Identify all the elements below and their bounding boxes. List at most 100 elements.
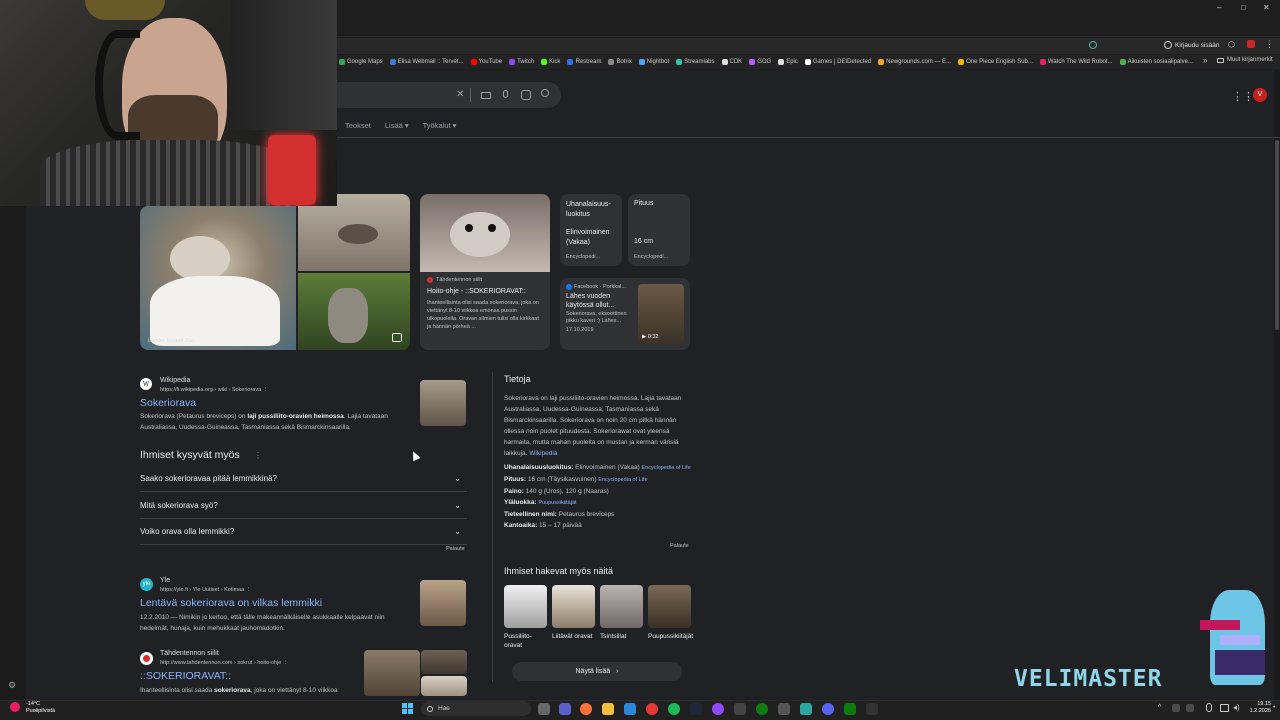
scrollbar-thumb[interactable] bbox=[1275, 140, 1279, 330]
result-3-thumbnail-b[interactable] bbox=[421, 650, 467, 674]
result-1-thumbnail[interactable] bbox=[420, 380, 466, 426]
bookmark-item[interactable]: Twitch bbox=[509, 59, 534, 65]
paa-question[interactable]: Saako sokerioravaa pitää lemmikkinä? ⌄ bbox=[140, 466, 467, 492]
show-more-button[interactable]: Näytä lisää › bbox=[512, 662, 682, 681]
browser-menu-icon[interactable]: ⋮ bbox=[1265, 39, 1274, 50]
tab-books[interactable]: Teokset bbox=[345, 121, 371, 130]
image-glider-in-tree[interactable] bbox=[298, 273, 410, 350]
also-search-image[interactable] bbox=[600, 585, 643, 628]
volume-icon[interactable]: ◂) bbox=[1233, 703, 1240, 712]
also-search-image[interactable] bbox=[648, 585, 691, 628]
source-card[interactable]: Tähdentennon siilit Hoito-ohje - ::SOKER… bbox=[420, 194, 550, 350]
avatar[interactable]: V bbox=[1253, 88, 1267, 102]
notification-extension-icon[interactable] bbox=[1247, 40, 1255, 48]
clock[interactable]: 19.15 1.2.2026 bbox=[1243, 701, 1271, 715]
weather-widget[interactable]: -14°C Puolipilvistä bbox=[26, 701, 55, 715]
bookmark-item[interactable]: Epic bbox=[778, 59, 798, 65]
also-search-label[interactable]: Puupussikiitäjät bbox=[648, 632, 693, 641]
lens-camera-icon[interactable] bbox=[521, 90, 531, 100]
bookmark-item[interactable]: Google Maps bbox=[339, 59, 383, 65]
image-main-sugar-glider[interactable]: Lander Ireland Zoo bbox=[140, 206, 296, 350]
task-view-icon[interactable] bbox=[538, 703, 550, 715]
app-icon[interactable] bbox=[866, 703, 878, 715]
result-3-thumbnail-a[interactable] bbox=[364, 650, 420, 696]
result-3-title-link[interactable]: ::SOKERIORAVAT:: bbox=[140, 670, 231, 682]
search-icon[interactable] bbox=[541, 89, 549, 97]
xbox-icon[interactable] bbox=[756, 703, 768, 715]
close-window-button[interactable]: ✕ bbox=[1263, 3, 1270, 12]
extension-icon[interactable] bbox=[1089, 41, 1097, 49]
also-search-image[interactable] bbox=[504, 585, 547, 628]
app-icon[interactable] bbox=[800, 703, 812, 715]
keyboard-icon[interactable] bbox=[481, 92, 491, 99]
result-2-thumbnail[interactable] bbox=[420, 580, 466, 626]
knowledge-panel-feedback-link[interactable]: Palaute bbox=[670, 543, 689, 549]
windows-start-icon[interactable] bbox=[402, 703, 413, 714]
also-search-label[interactable]: Liitävät oravat bbox=[552, 632, 595, 641]
monitor-icon[interactable] bbox=[1220, 704, 1229, 712]
app-icon[interactable] bbox=[734, 703, 746, 715]
bookmark-item[interactable]: GOG bbox=[749, 59, 771, 65]
tab-more[interactable]: Lisää ▾ bbox=[385, 121, 409, 130]
app-icon[interactable] bbox=[712, 703, 724, 715]
address-bar[interactable] bbox=[337, 38, 1280, 54]
taskbar-search[interactable]: Hae bbox=[421, 701, 531, 716]
tray-app-icon[interactable] bbox=[1172, 704, 1180, 712]
notifications-bell-icon[interactable]: • bbox=[1273, 704, 1275, 711]
paa-more-icon[interactable]: ⋮ bbox=[254, 451, 262, 460]
bookmark-item[interactable]: Games | DEIDetected bbox=[804, 59, 871, 65]
clear-search-icon[interactable]: ✕ bbox=[456, 89, 464, 100]
paa-feedback-link[interactable]: Palaute bbox=[446, 546, 465, 552]
firefox-icon[interactable] bbox=[580, 703, 592, 715]
app-icon[interactable] bbox=[778, 703, 790, 715]
steam-icon[interactable] bbox=[690, 703, 702, 715]
wikipedia-link[interactable]: Wikipedia bbox=[529, 450, 557, 457]
bookmark-item[interactable]: Aikuisten sosiaalipalve... bbox=[1119, 59, 1193, 65]
teams-icon[interactable] bbox=[559, 703, 571, 715]
spotify-icon[interactable] bbox=[668, 703, 680, 715]
extensions-puzzle-icon[interactable]: ⬡ bbox=[1228, 40, 1235, 49]
file-explorer-icon[interactable] bbox=[602, 703, 614, 715]
also-search-image[interactable] bbox=[552, 585, 595, 628]
bookmark-item[interactable]: Newgrounds.com — E... bbox=[878, 59, 951, 65]
maximize-button[interactable]: □ bbox=[1241, 3, 1246, 12]
bookmark-item[interactable]: Nightbot bbox=[638, 59, 669, 65]
also-search-label[interactable]: Pussiliito-oravat bbox=[504, 632, 547, 650]
microphone-tray-icon[interactable] bbox=[1206, 703, 1212, 712]
tray-overflow-icon[interactable]: ^ bbox=[1158, 704, 1161, 711]
result-1-title-link[interactable]: Sokeriorava bbox=[140, 397, 196, 409]
tray-app-icon[interactable] bbox=[1186, 704, 1194, 712]
bookmark-item[interactable]: Watch The Wild Robot... bbox=[1039, 59, 1113, 65]
facebook-video-card[interactable]: Facebook · Porkkal... Lähes vuoden käytö… bbox=[560, 278, 690, 350]
weather-icon[interactable] bbox=[10, 702, 20, 712]
result-1-url[interactable]: https://fi.wikipedia.org › wiki › Sokeri… bbox=[160, 387, 268, 393]
bookmark-item[interactable]: Kick bbox=[541, 59, 560, 65]
discord-icon[interactable] bbox=[822, 703, 834, 715]
bookmark-item[interactable]: Botrix bbox=[608, 59, 632, 65]
result-3-url[interactable]: http://www.tahdentennon.com › sokrut › h… bbox=[160, 660, 288, 666]
image-gallery-icon[interactable] bbox=[392, 333, 402, 342]
result-2-title-link[interactable]: Lentävä sokeriorava on vilkas lemmikki bbox=[140, 597, 322, 609]
bookmark-item[interactable]: YouTube bbox=[470, 59, 502, 65]
gear-icon[interactable]: ⚙ bbox=[8, 680, 16, 691]
signin-button[interactable]: Kirjaudu sisään bbox=[1164, 41, 1219, 49]
result-2-url[interactable]: https://yle.fi › Yle Uutiset › Kotimaa ⋮ bbox=[160, 587, 251, 593]
bookmark-item[interactable]: One Piece English Sub... bbox=[958, 59, 1033, 65]
microphone-icon[interactable] bbox=[503, 90, 508, 98]
paa-question[interactable]: Mitä sokeriorava syö? ⌄ bbox=[140, 493, 467, 519]
length-card[interactable]: Pituus 16 cm Encyclopedi... bbox=[628, 194, 690, 266]
bookmark-item[interactable]: Streamlabs bbox=[676, 59, 715, 65]
also-search-label[interactable]: Tsintsillat bbox=[600, 632, 643, 641]
paa-question[interactable]: Voiko orava olla lemmikki? ⌄ bbox=[140, 519, 467, 545]
minimize-button[interactable]: – bbox=[1217, 3, 1221, 12]
other-bookmarks[interactable]: Muut kirjanmerkit bbox=[1217, 57, 1273, 63]
bookmarks-overflow-icon[interactable]: » bbox=[1203, 56, 1207, 65]
bookmark-item[interactable]: Elisa Webmail :: Tervet... bbox=[389, 59, 464, 65]
tab-tools[interactable]: Työkalut ▾ bbox=[423, 121, 457, 130]
bookmark-item[interactable]: Restream bbox=[567, 59, 601, 65]
app-icon[interactable] bbox=[844, 703, 856, 715]
result-3-thumbnail-c[interactable] bbox=[421, 676, 467, 696]
bookmark-item[interactable]: CDK bbox=[721, 59, 742, 65]
store-icon[interactable] bbox=[624, 703, 636, 715]
status-card[interactable]: Uhanalaisuus-luokitus Elinvoimainen (Vak… bbox=[560, 194, 622, 266]
